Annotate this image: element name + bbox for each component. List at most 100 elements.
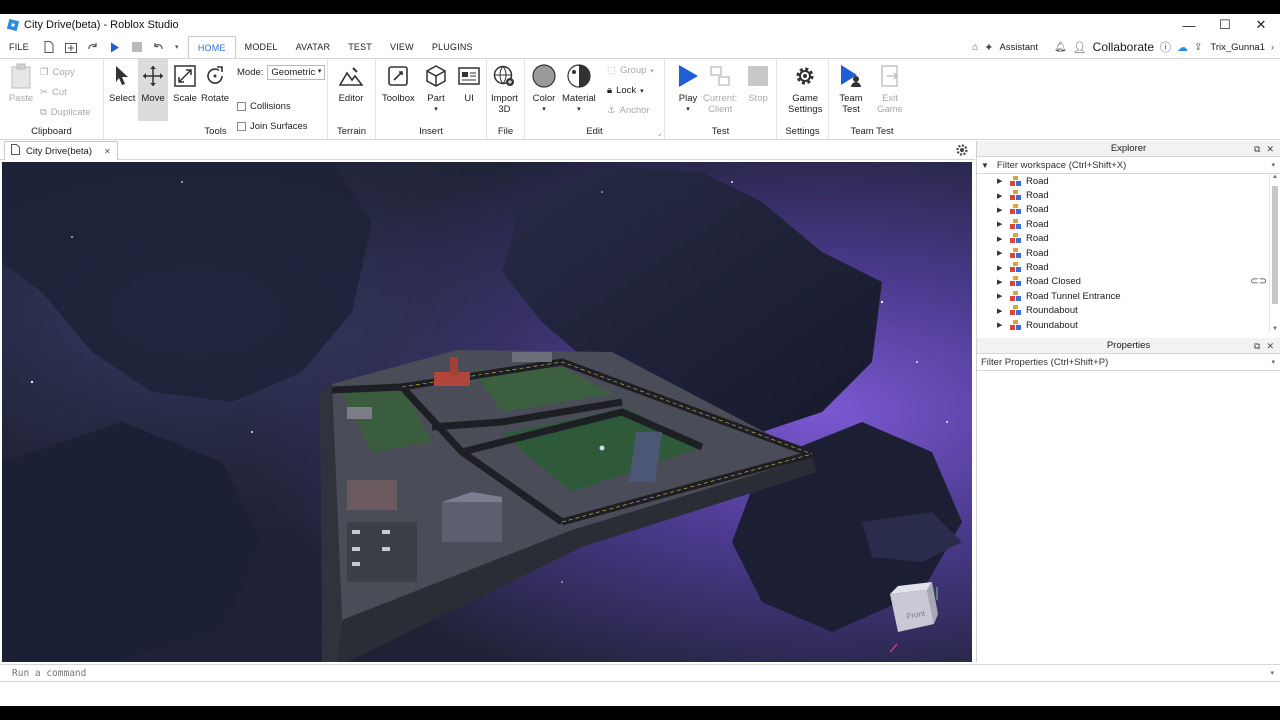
tree-item[interactable]: ▶ Roundabout	[977, 304, 1267, 318]
minimize-button[interactable]: —	[1171, 14, 1207, 36]
help-icon[interactable]: ⓘ	[1160, 39, 1171, 55]
tab-model[interactable]: MODEL	[236, 36, 287, 58]
chevron-right-icon[interactable]: ›	[1271, 42, 1274, 52]
color-dropdown-icon[interactable]: ▾	[542, 104, 546, 115]
close-panel-icon[interactable]: ✕	[1266, 141, 1274, 157]
3d-viewport[interactable]: Front	[2, 162, 972, 662]
anchor-button[interactable]: ⚓︎ Anchor	[607, 105, 650, 116]
toolbox-button[interactable]: Toolbox	[382, 63, 415, 104]
assistant-button[interactable]: Assistant	[999, 42, 1038, 53]
maximize-button[interactable]: ☐	[1207, 14, 1243, 36]
collisions-checkbox[interactable]	[237, 102, 246, 111]
publish-icon[interactable]	[64, 40, 78, 54]
material-button[interactable]: Material ▾	[562, 63, 596, 115]
tree-item[interactable]: ▶ Road	[977, 217, 1267, 231]
new-file-icon[interactable]	[42, 40, 56, 54]
close-panel-icon[interactable]: ✕	[1266, 338, 1274, 354]
play-button[interactable]: Play ▾	[675, 63, 701, 115]
expand-arrow-icon[interactable]: ▶	[997, 235, 1005, 243]
play-dropdown-icon[interactable]: ▾	[686, 104, 690, 115]
assistant-icon[interactable]: ✦	[984, 41, 993, 54]
explorer-scrollbar[interactable]: ▲ ▼	[1269, 174, 1279, 332]
lock-button[interactable]: 🔒︎ Lock ▾	[607, 85, 644, 96]
part-dropdown-icon[interactable]: ▾	[434, 104, 438, 115]
link-icon[interactable]: ⊂⊃	[1250, 276, 1267, 287]
cut-button[interactable]: ✂ Cut	[40, 87, 67, 98]
scroll-up-icon[interactable]: ▲	[1270, 174, 1280, 180]
cloud-icon[interactable]: ☁	[1177, 41, 1188, 54]
ui-button[interactable]: UI	[456, 63, 482, 104]
expand-arrow-icon[interactable]: ▶	[997, 264, 1005, 272]
collisions-toggle[interactable]: Collisions	[237, 101, 291, 112]
explorer-filter[interactable]: ▼ Filter workspace (Ctrl+Shift+X) ▾	[977, 157, 1280, 174]
stop-button[interactable]: Stop	[745, 63, 771, 104]
scroll-thumb[interactable]	[1272, 186, 1278, 304]
tab-plugins[interactable]: PLUGINS	[423, 36, 482, 58]
expand-arrow-icon[interactable]: ▶	[997, 321, 1005, 329]
expand-arrow-icon[interactable]: ▶	[997, 220, 1005, 228]
filter-dropdown-icon[interactable]: ▾	[1271, 358, 1275, 366]
expand-arrow-icon[interactable]: ▶	[997, 177, 1005, 185]
command-dropdown-icon[interactable]: ▾	[1270, 669, 1274, 677]
expand-arrow-icon[interactable]: ▶	[997, 249, 1005, 257]
group-dropdown-icon[interactable]: ▾	[650, 67, 654, 75]
team-test-button[interactable]: Team Test	[838, 63, 864, 115]
undock-icon[interactable]: ⧉	[1254, 338, 1260, 354]
expand-arrow-icon[interactable]: ▶	[997, 278, 1005, 286]
copy-button[interactable]: ❐ Copy	[40, 67, 75, 78]
tree-item[interactable]: ▶ Road Tunnel Entrance	[977, 289, 1267, 303]
material-dropdown-icon[interactable]: ▾	[577, 104, 581, 115]
group-button[interactable]: ⬚ Group ▾	[607, 65, 654, 76]
home-icon[interactable]: ⌂	[972, 42, 978, 53]
document-tab[interactable]: City Drive(beta) ✕	[4, 141, 118, 160]
tree-item[interactable]: ▶ Road	[977, 203, 1267, 217]
file-menu[interactable]: FILE	[0, 36, 38, 58]
quick-access-dropdown-icon[interactable]: ▾	[174, 40, 180, 54]
scroll-down-icon[interactable]: ▼	[1270, 326, 1280, 332]
tree-item[interactable]: ▶ Road	[977, 232, 1267, 246]
tree-item[interactable]: ▶ Road Closed ⊂⊃	[977, 275, 1267, 289]
username[interactable]: Trix_Gunna1	[1210, 42, 1265, 53]
properties-filter[interactable]: Filter Properties (Ctrl+Shift+P) ▾	[977, 354, 1280, 371]
tab-view[interactable]: VIEW	[381, 36, 423, 58]
close-tab-icon[interactable]: ✕	[104, 147, 111, 156]
tab-home[interactable]: HOME	[187, 35, 236, 59]
close-button[interactable]: ✕	[1243, 14, 1279, 36]
lock-dropdown-icon[interactable]: ▾	[640, 87, 644, 95]
tab-test[interactable]: TEST	[339, 36, 381, 58]
play-quick-icon[interactable]	[108, 40, 122, 54]
duplicate-button[interactable]: ⧉ Duplicate	[40, 107, 90, 118]
color-button[interactable]: Color ▾	[531, 63, 557, 115]
paste-button[interactable]: Paste	[8, 63, 34, 104]
notification-icon[interactable]: 🔔︎	[1054, 42, 1067, 53]
share-icon[interactable]: ⇪	[1194, 42, 1202, 53]
part-button[interactable]: Part ▾	[423, 63, 449, 115]
exit-game-button[interactable]: Exit Game	[877, 63, 903, 115]
filter-dropdown-icon[interactable]: ▾	[1271, 161, 1275, 169]
command-input[interactable]	[12, 667, 1252, 679]
import-3d-button[interactable]: Import 3D	[491, 63, 518, 115]
expand-arrow-icon[interactable]: ▶	[997, 206, 1005, 214]
tree-item[interactable]: ▶ Road	[977, 260, 1267, 274]
collaborate-button[interactable]: Collaborate	[1093, 40, 1154, 54]
expand-arrow-icon[interactable]: ▶	[997, 192, 1005, 200]
redo-arrow-icon[interactable]	[86, 40, 100, 54]
expand-arrow-icon[interactable]: ▶	[997, 307, 1005, 315]
game-settings-button[interactable]: Game Settings	[788, 63, 822, 115]
tree-item[interactable]: ▶ Road	[977, 246, 1267, 260]
rotate-button[interactable]: Rotate	[201, 63, 229, 104]
viewport-settings-gear-icon[interactable]	[955, 143, 969, 157]
select-button[interactable]: Select	[109, 63, 135, 104]
tree-item[interactable]: ▶ Road	[977, 174, 1267, 188]
stop-quick-icon[interactable]	[130, 40, 144, 54]
tab-avatar[interactable]: AVATAR	[287, 36, 340, 58]
expand-arrow-icon[interactable]: ▶	[997, 292, 1005, 300]
move-button[interactable]: Move	[138, 59, 168, 121]
current-client-button[interactable]: Current: Client	[703, 63, 737, 115]
undock-icon[interactable]: ⧉	[1254, 141, 1260, 157]
tree-item[interactable]: ▶ Roundabout	[977, 318, 1267, 332]
undo-icon[interactable]	[152, 40, 166, 54]
mode-dropdown[interactable]: Geometric ▾	[267, 65, 326, 80]
terrain-editor-button[interactable]: Editor	[338, 63, 364, 104]
scale-button[interactable]: Scale	[172, 63, 198, 104]
